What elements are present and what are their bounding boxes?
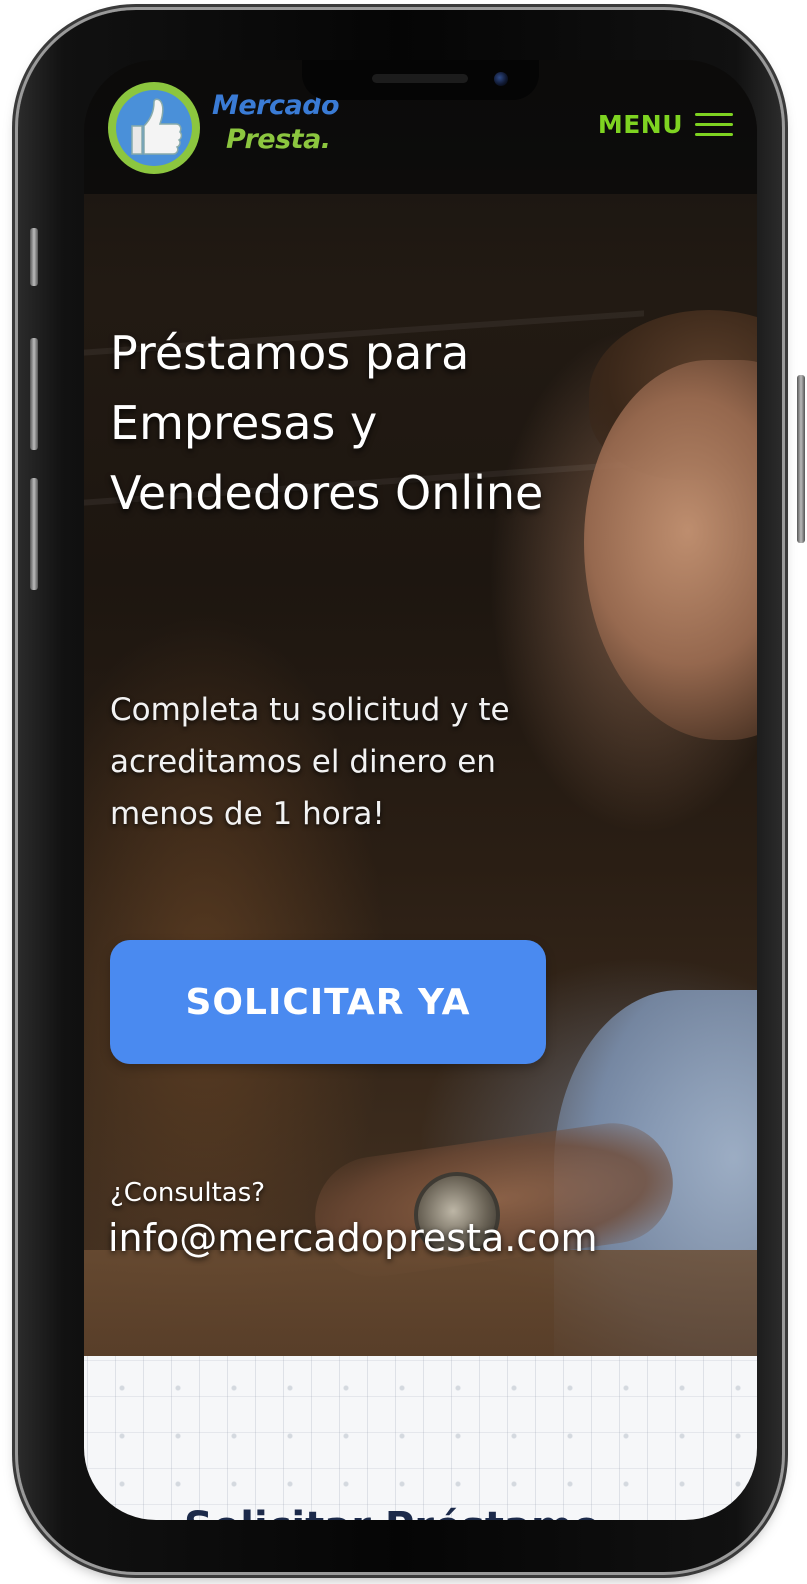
silent-switch [30, 228, 38, 286]
hero-section: Préstamos para Empresas y Vendedores Onl… [84, 60, 757, 1356]
phone-screen: Préstamos para Empresas y Vendedores Onl… [84, 60, 757, 1520]
speaker-grille [372, 74, 468, 83]
cardboard-box [84, 1250, 757, 1356]
menu-button[interactable]: MENU [598, 110, 733, 139]
phone-frame: Préstamos para Empresas y Vendedores Onl… [18, 10, 805, 1572]
logo-badge [108, 82, 200, 174]
next-section-pattern: Solicitar Préstamo [84, 1356, 757, 1520]
consultas-label: ¿Consultas? [110, 1178, 266, 1208]
logo-wordmark-line2: Presta. [226, 124, 331, 155]
next-section-heading: Solicitar Préstamo [184, 1504, 600, 1520]
hero-title: Préstamos para Empresas y Vendedores Onl… [110, 326, 544, 520]
front-camera [494, 72, 508, 86]
volume-down-button [30, 478, 38, 590]
site-logo[interactable]: Mercado Presta. [108, 82, 348, 174]
hero-subtitle: Completa tu solicitud y te acreditamos e… [110, 692, 510, 832]
thumbs-up-icon [131, 98, 183, 155]
solicitar-ya-button[interactable]: SOLICITAR YA [110, 940, 546, 1064]
volume-up-button [30, 338, 38, 450]
menu-icon [695, 111, 733, 139]
menu-label: MENU [597, 110, 683, 139]
contact-email-link[interactable]: info@mercadopresta.com [108, 1216, 598, 1260]
power-button [797, 375, 805, 543]
